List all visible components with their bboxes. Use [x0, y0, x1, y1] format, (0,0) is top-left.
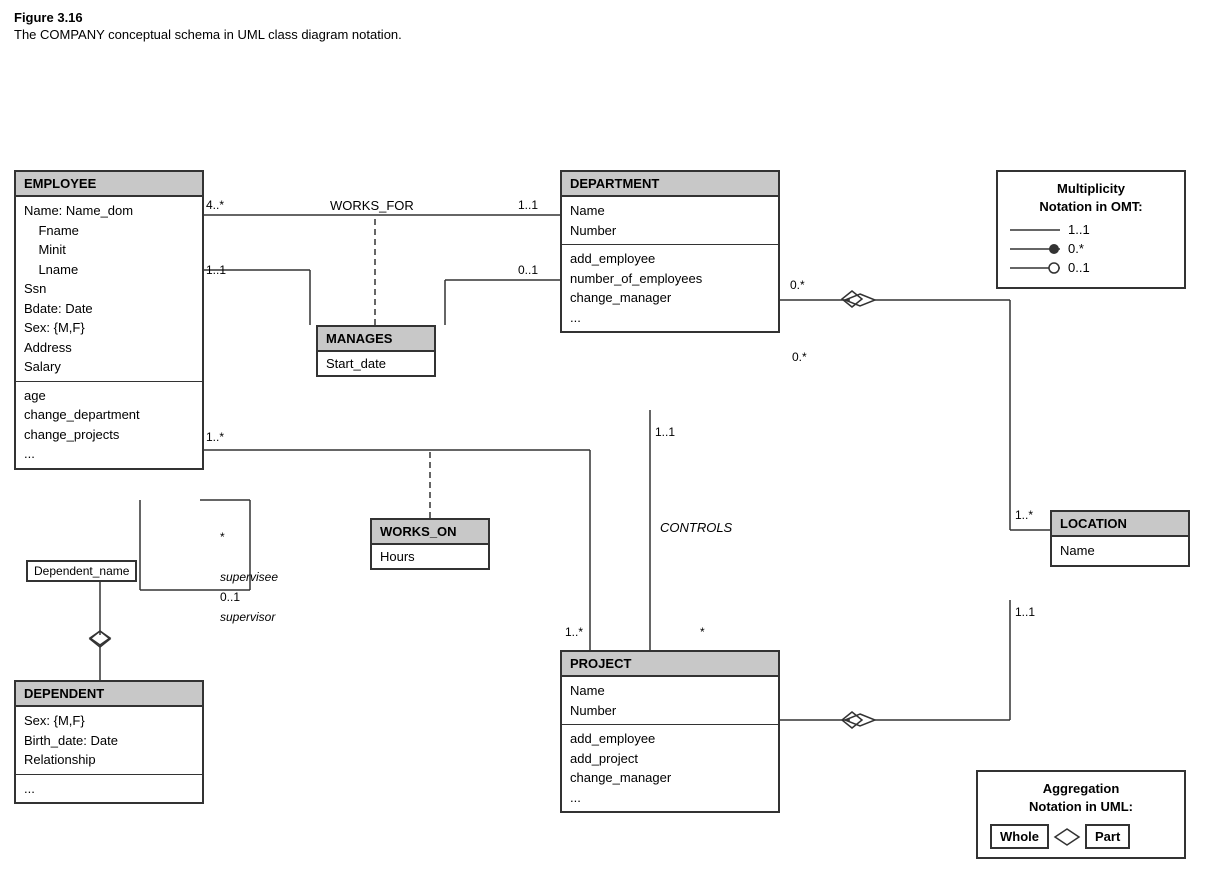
controls-label: CONTROLS — [660, 520, 732, 535]
project-methods: add_employee add_project change_manager … — [562, 725, 778, 811]
dependent-diamond — [88, 630, 112, 651]
part-label: Part — [1085, 824, 1130, 849]
project-header: PROJECT — [562, 652, 778, 677]
dept-loc-diamond — [840, 290, 864, 311]
employee-methods: age change_department change_projects ..… — [16, 382, 202, 468]
supervisor-role: supervisor — [220, 610, 275, 624]
dependent-class: DEPENDENT Sex: {M,F} Birth_date: Date Re… — [14, 680, 204, 804]
dept-agg-mult: 0.* — [792, 350, 807, 364]
legend-title: MultiplicityNotation in OMT: — [1010, 180, 1172, 216]
legend-row-0star: 0.* — [1010, 241, 1172, 256]
figure-caption: The COMPANY conceptual schema in UML cla… — [14, 27, 1206, 42]
location-attributes: Name — [1052, 537, 1188, 565]
supervises-top-mult: 1..* — [206, 430, 224, 444]
department-methods: add_employee number_of_employees change_… — [562, 245, 778, 331]
employee-attributes: Name: Name_dom Fname Minit Lname Ssn Bda… — [16, 197, 202, 382]
loc-dept-mult: 1..* — [1015, 508, 1033, 522]
department-class: DEPARTMENT Name Number add_employee numb… — [560, 170, 780, 333]
proj-agg-mult: * — [700, 625, 705, 639]
works-for-label: WORKS_FOR — [330, 198, 414, 213]
figure-title: Figure 3.16 — [14, 10, 1206, 25]
project-class: PROJECT Name Number add_employee add_pro… — [560, 650, 780, 813]
manages-emp-mult: 1..1 — [206, 263, 226, 277]
dept-loc-mult: 0.* — [790, 278, 805, 292]
dependent-name-box: Dependent_name — [26, 560, 137, 582]
manages-class: MANAGES Start_date — [316, 325, 436, 377]
employee-header: EMPLOYEE — [16, 172, 202, 197]
legend-row-01: 0..1 — [1010, 260, 1172, 275]
works-on-class: WORKS_ON Hours — [370, 518, 490, 570]
manages-body: Start_date — [318, 352, 434, 375]
whole-label: Whole — [990, 824, 1049, 849]
manages-dept-mult: 0..1 — [518, 263, 538, 277]
agg-row: Whole Part — [990, 824, 1172, 849]
dependent-header: DEPENDENT — [16, 682, 202, 707]
location-class: LOCATION Name — [1050, 510, 1190, 567]
dependent-methods: ... — [16, 775, 202, 803]
legend-row-11: 1..1 — [1010, 222, 1172, 237]
agg-title: AggregationNotation in UML: — [990, 780, 1172, 816]
dept-proj-mult: 1..1 — [655, 425, 675, 439]
department-attributes: Name Number — [562, 197, 778, 245]
project-attributes: Name Number — [562, 677, 778, 725]
loc-proj-mult: 1..1 — [1015, 605, 1035, 619]
department-header: DEPARTMENT — [562, 172, 778, 197]
proj-emp-mult: 1..* — [565, 625, 583, 639]
works-for-dept-mult: 1..1 — [518, 198, 538, 212]
employee-class: EMPLOYEE Name: Name_dom Fname Minit Lnam… — [14, 170, 204, 470]
multiplicity-legend: MultiplicityNotation in OMT: 1..1 0.* 0.… — [996, 170, 1186, 289]
supervises-bot-mult: * — [220, 530, 225, 544]
dependent-attributes: Sex: {M,F} Birth_date: Date Relationship — [16, 707, 202, 775]
manages-header: MANAGES — [318, 327, 434, 352]
supervisee-role: supervisee — [220, 570, 278, 584]
aggregation-legend: AggregationNotation in UML: Whole Part — [976, 770, 1186, 859]
supervisor-mult: 0..1 — [220, 590, 240, 604]
proj-agg-diamond — [840, 711, 864, 732]
location-header: LOCATION — [1052, 512, 1188, 537]
works-for-emp-mult: 4..* — [206, 198, 224, 212]
works-on-body: Hours — [372, 545, 488, 568]
works-on-header: WORKS_ON — [372, 520, 488, 545]
